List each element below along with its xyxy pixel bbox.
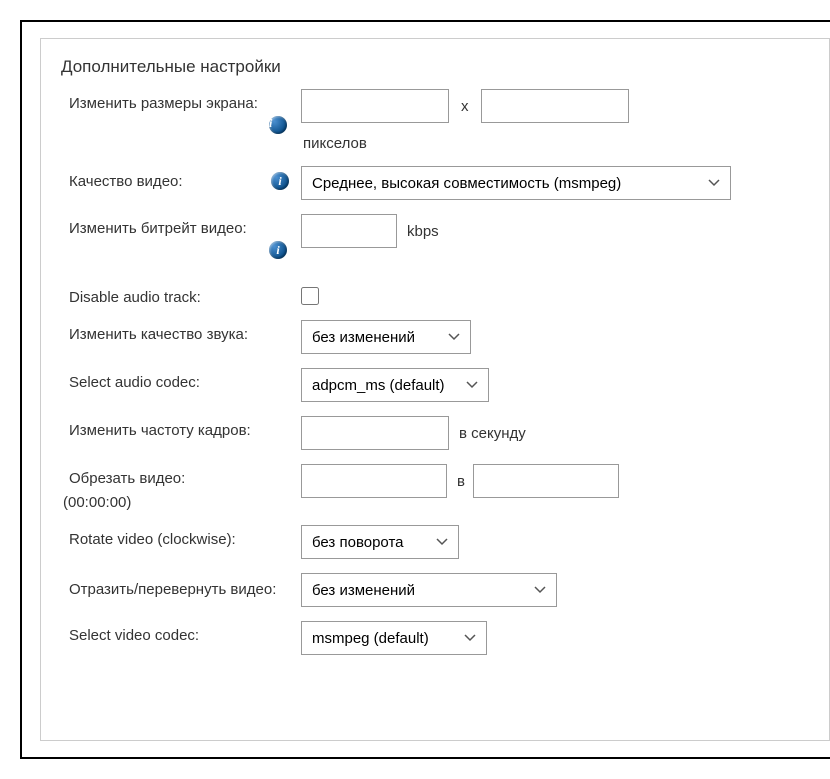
label-disable-audio: Disable audio track:	[61, 283, 301, 306]
rotate-select[interactable]: без поворота	[301, 525, 459, 559]
control-crop-video: в	[301, 464, 809, 498]
row-screen-size: Изменить размеры экрана: i x пикселов	[61, 89, 809, 152]
video-bitrate-unit: kbps	[407, 223, 439, 240]
video-bitrate-input[interactable]	[301, 214, 397, 248]
label-text-video-codec: Select video codec:	[69, 627, 199, 644]
label-text-flip: Отразить/перевернуть видео:	[69, 581, 276, 598]
label-flip: Отразить/перевернуть видео:	[61, 573, 301, 602]
control-audio-codec: adpcm_ms (default)	[301, 368, 809, 402]
row-video-codec: Select video codec: msmpeg (default)	[61, 621, 809, 655]
label-video-codec: Select video codec:	[61, 621, 301, 644]
label-crop-video: Обрезать видео:	[61, 464, 301, 487]
control-audio-quality: без изменений	[301, 320, 809, 354]
control-video-codec: msmpeg (default)	[301, 621, 809, 655]
row-crop-video: Обрезать видео: в	[61, 464, 809, 498]
row-rotate: Rotate video (clockwise): без поворота	[61, 525, 809, 559]
video-quality-select[interactable]: Среднее, высокая совместимость (msmpeg)	[301, 166, 731, 200]
row-video-quality: Качество видео: i Среднее, высокая совме…	[61, 166, 809, 200]
disable-audio-checkbox[interactable]	[301, 287, 319, 305]
control-video-bitrate: kbps	[301, 214, 809, 248]
label-text-screen-size: Изменить размеры экрана:	[69, 95, 258, 112]
control-screen-size: x пикселов	[301, 89, 809, 152]
row-video-bitrate: Изменить битрейт видео: i kbps	[61, 214, 809, 259]
audio-codec-select[interactable]: adpcm_ms (default)	[301, 368, 489, 402]
screen-width-input[interactable]	[301, 89, 449, 123]
label-text-frame-rate: Изменить частоту кадров:	[69, 422, 251, 439]
label-audio-codec: Select audio codec:	[61, 368, 301, 391]
label-text-audio-quality: Изменить качество звука:	[69, 326, 248, 343]
frame-rate-input[interactable]	[301, 416, 449, 450]
label-video-quality: Качество видео: i	[61, 166, 301, 190]
audio-quality-select[interactable]: без изменений	[301, 320, 471, 354]
label-text-video-quality: Качество видео:	[69, 173, 183, 190]
advanced-settings-panel: Дополнительные настройки Изменить размер…	[40, 38, 830, 741]
panel-title: Дополнительные настройки	[61, 57, 809, 77]
label-text-video-bitrate: Изменить битрейт видео:	[69, 220, 247, 237]
frame-rate-unit: в секунду	[459, 425, 526, 442]
dimension-separator: x	[457, 98, 473, 115]
info-icon[interactable]: i	[269, 116, 287, 134]
label-text-audio-codec: Select audio codec:	[69, 374, 200, 391]
label-text-disable-audio: Disable audio track:	[69, 289, 201, 306]
control-flip: без изменений	[301, 573, 809, 607]
label-frame-rate: Изменить частоту кадров:	[61, 416, 301, 439]
info-icon[interactable]: i	[269, 241, 287, 259]
screen-size-unit: пикселов	[301, 135, 809, 152]
label-audio-quality: Изменить качество звука:	[61, 320, 301, 343]
crop-separator: в	[457, 473, 465, 490]
row-audio-quality: Изменить качество звука: без изменений	[61, 320, 809, 354]
row-frame-rate: Изменить частоту кадров: в секунду	[61, 416, 809, 450]
label-rotate: Rotate video (clockwise):	[61, 525, 301, 548]
row-disable-audio: Disable audio track:	[61, 283, 809, 306]
label-screen-size: Изменить размеры экрана: i	[61, 89, 301, 134]
label-video-bitrate: Изменить битрейт видео: i	[61, 214, 301, 259]
outer-frame: Дополнительные настройки Изменить размер…	[20, 20, 830, 759]
control-disable-audio	[301, 283, 809, 305]
video-codec-select[interactable]: msmpeg (default)	[301, 621, 487, 655]
info-icon[interactable]: i	[271, 172, 289, 190]
control-video-quality: Среднее, высокая совместимость (msmpeg)	[301, 166, 809, 200]
label-text-rotate: Rotate video (clockwise):	[69, 531, 236, 548]
control-rotate: без поворота	[301, 525, 809, 559]
row-audio-codec: Select audio codec: adpcm_ms (default)	[61, 368, 809, 402]
crop-to-input[interactable]	[473, 464, 619, 498]
crop-from-input[interactable]	[301, 464, 447, 498]
flip-select[interactable]: без изменений	[301, 573, 557, 607]
control-frame-rate: в секунду	[301, 416, 809, 450]
label-text-crop-video: Обрезать видео:	[69, 470, 185, 487]
screen-height-input[interactable]	[481, 89, 629, 123]
row-flip: Отразить/перевернуть видео: без изменени…	[61, 573, 809, 607]
